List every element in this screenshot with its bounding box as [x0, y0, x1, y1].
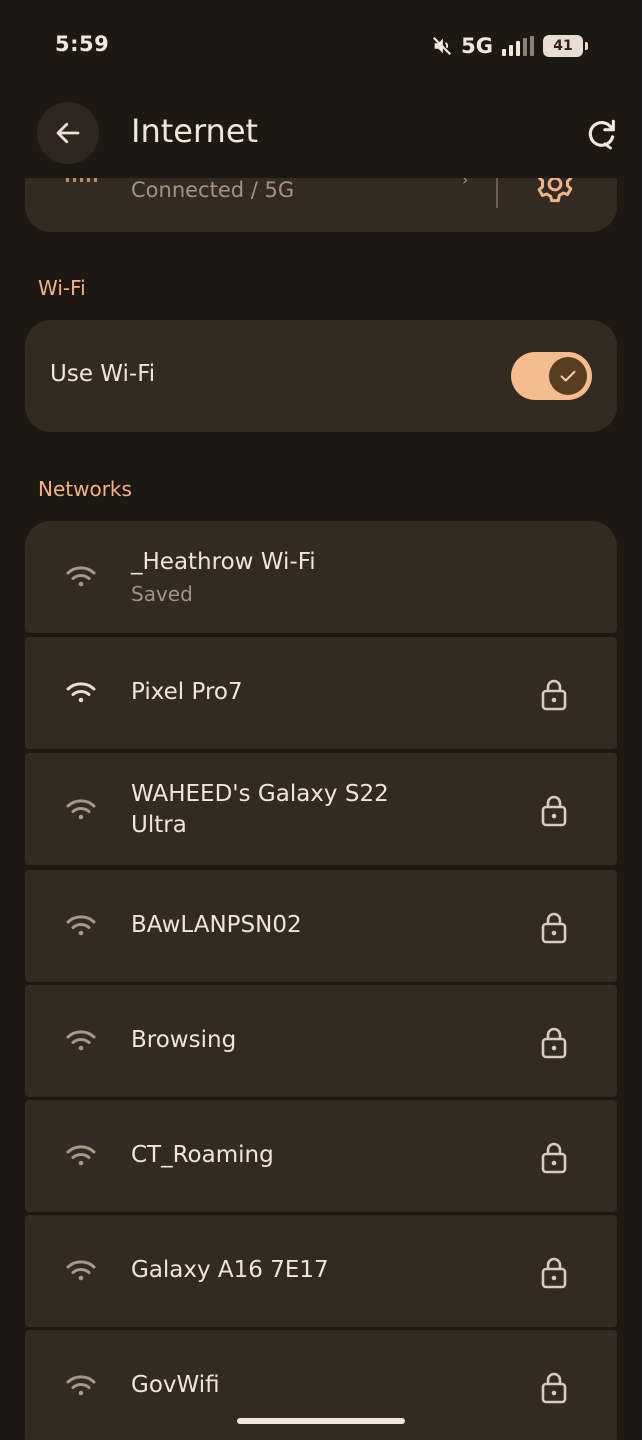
- lock-icon: [541, 679, 567, 711]
- network-name: Pixel Pro7: [131, 679, 243, 705]
- arrow-left-icon: [56, 122, 80, 144]
- wifi-icon: [66, 1375, 96, 1396]
- lock-icon: [541, 795, 567, 827]
- check-icon: [560, 370, 576, 382]
- network-name-line1: WAHEED's Galaxy S22: [131, 781, 389, 807]
- app-bar: Internet: [0, 92, 642, 178]
- networks-section-header: Networks: [38, 477, 132, 501]
- status-icons: 5G 41: [431, 33, 588, 59]
- wifi-icon: [66, 1030, 96, 1051]
- network-row[interactable]: BAwLANPSN02: [25, 870, 617, 982]
- mute-icon: [433, 36, 452, 56]
- network-name: BAwLANPSN02: [131, 912, 302, 938]
- wifi-toggle[interactable]: [511, 352, 592, 400]
- lock-icon: [541, 1372, 567, 1404]
- network-name-line2: Ultra: [131, 812, 187, 838]
- network-name: WAHEED's Galaxy S22 Ultra: [131, 779, 389, 841]
- lock-icon: [541, 1257, 567, 1289]
- battery-tip: [585, 42, 588, 50]
- network-row[interactable]: _Heathrow Wi-Fi Saved: [25, 521, 617, 633]
- wifi-icon: [66, 1145, 96, 1166]
- refresh-icon: [588, 119, 615, 150]
- network-name: Browsing: [131, 1027, 237, 1053]
- network-row[interactable]: WAHEED's Galaxy S22 Ultra: [25, 753, 617, 865]
- network-name: Galaxy A16 7E17: [131, 1257, 329, 1283]
- network-name: CT_Roaming: [131, 1142, 274, 1168]
- home-indicator[interactable]: [237, 1418, 405, 1424]
- network-name: GovWifi: [131, 1372, 220, 1398]
- lock-icon: [541, 912, 567, 944]
- internet-settings-screen: 5:59 5G 41 Internet Connected / 5G › Wi-…: [0, 0, 642, 1440]
- wifi-icon: [66, 915, 96, 936]
- network-type: 5G: [461, 34, 493, 58]
- back-button[interactable]: [37, 102, 99, 164]
- use-wifi-row[interactable]: Use Wi-Fi: [25, 320, 617, 432]
- network-name: _Heathrow Wi-Fi: [131, 549, 316, 575]
- wifi-icon: [66, 682, 96, 703]
- status-bar: 5:59 5G 41: [0, 0, 642, 92]
- lock-icon: [541, 1142, 567, 1174]
- mobile-connection-status: Connected / 5G: [131, 178, 295, 202]
- network-status: Saved: [131, 582, 193, 606]
- network-row[interactable]: Pixel Pro7: [25, 637, 617, 749]
- battery-icon: 41: [543, 35, 583, 57]
- wifi-section-header: Wi-Fi: [38, 276, 86, 300]
- refresh-button[interactable]: [580, 112, 624, 156]
- toggle-thumb: [549, 357, 587, 395]
- wifi-icon: [66, 799, 96, 820]
- network-row[interactable]: CT_Roaming: [25, 1100, 617, 1212]
- use-wifi-label: Use Wi-Fi: [50, 361, 156, 387]
- signal-icon: [502, 36, 534, 56]
- page-title: Internet: [131, 112, 259, 150]
- status-time: 5:59: [55, 32, 110, 56]
- network-row[interactable]: Browsing: [25, 985, 617, 1097]
- battery-level: 41: [553, 38, 573, 54]
- wifi-icon: [66, 566, 96, 587]
- network-row[interactable]: Galaxy A16 7E17: [25, 1215, 617, 1327]
- wifi-icon: [66, 1260, 96, 1281]
- lock-icon: [541, 1027, 567, 1059]
